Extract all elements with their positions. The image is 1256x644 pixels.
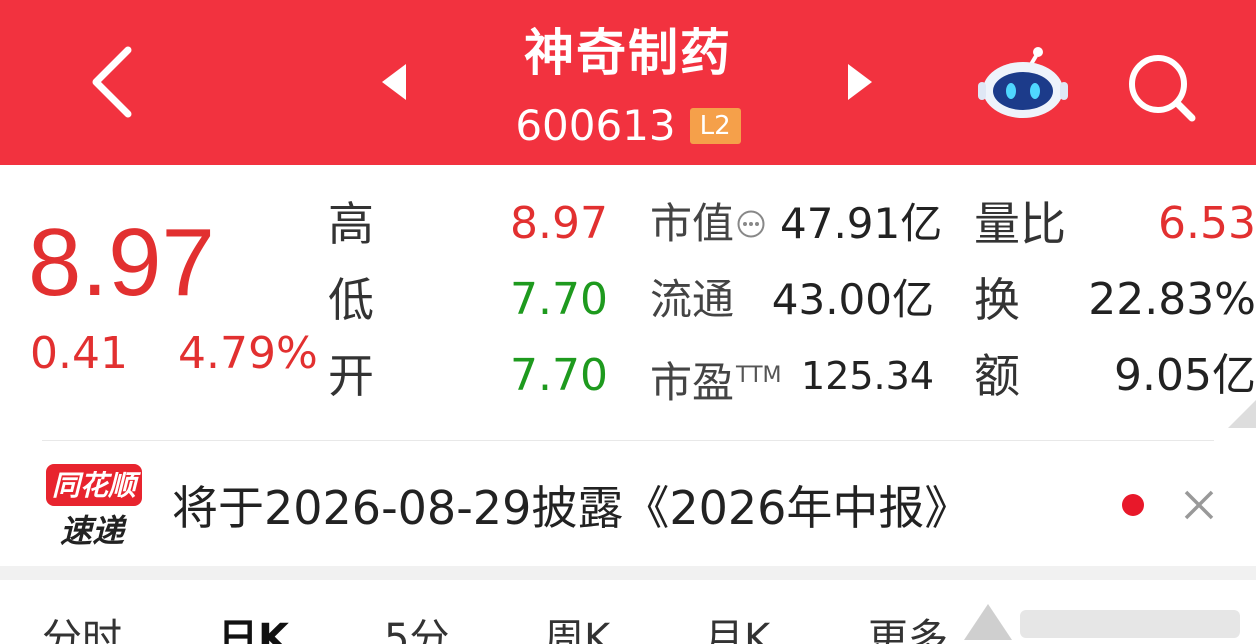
tab-more[interactable]: 更多 bbox=[868, 612, 948, 644]
tab-5min[interactable]: 5分 bbox=[384, 612, 449, 644]
watermark-graphic bbox=[964, 604, 1240, 640]
triangle-right-icon bbox=[848, 64, 872, 100]
open-value: 7.70 bbox=[510, 350, 608, 401]
search-icon bbox=[1129, 55, 1196, 122]
high-value: 8.97 bbox=[510, 198, 608, 249]
amount-label: 额 bbox=[974, 349, 1020, 403]
float-cap-value: 43.00亿 bbox=[771, 275, 934, 324]
chart-period-tabs: 分时 日K 5分 周K 月K 更多 bbox=[0, 580, 1256, 644]
volume-ratio-value: 6.53 bbox=[1158, 198, 1256, 249]
tab-weekly-k[interactable]: 周K bbox=[544, 612, 610, 644]
stock-code: 600613 bbox=[515, 101, 676, 150]
stock-name: 神奇制药 bbox=[524, 24, 732, 82]
tonghuashun-express-logo: 同花顺 速递 bbox=[46, 464, 142, 548]
logo-bottom-text: 速递 bbox=[60, 512, 127, 548]
section-separator bbox=[0, 566, 1256, 580]
close-icon bbox=[1184, 490, 1214, 520]
next-stock-button[interactable] bbox=[838, 60, 882, 104]
market-cap-label[interactable]: 市值 bbox=[650, 194, 766, 254]
pe-value: 125.34 bbox=[801, 354, 934, 398]
search-button[interactable] bbox=[1122, 48, 1202, 128]
level2-badge[interactable]: L2 bbox=[689, 108, 741, 144]
open-label: 开 bbox=[328, 349, 374, 403]
amount-value: 9.05亿 bbox=[1114, 350, 1256, 401]
stock-header: 神奇制药 600613 L2 bbox=[0, 0, 1256, 165]
price-change-row: 0.41 4.79% bbox=[30, 326, 318, 382]
triangle-left-icon bbox=[382, 64, 406, 100]
logo-top-text: 同花顺 bbox=[52, 469, 141, 502]
pe-label-text: 市盈 bbox=[650, 358, 735, 407]
price-change-percent: 4.79% bbox=[177, 328, 318, 379]
chevron-left-icon bbox=[92, 46, 132, 118]
current-price: 8.97 bbox=[28, 209, 215, 316]
high-label: 高 bbox=[328, 197, 374, 251]
close-news-button[interactable] bbox=[1180, 486, 1218, 524]
section-divider bbox=[42, 440, 1214, 441]
news-ticker-text[interactable]: 将于2026-08-29披露《2026年中报》 bbox=[172, 478, 970, 538]
volume-ratio-label: 量比 bbox=[974, 197, 1066, 251]
turnover-label: 换 bbox=[974, 273, 1020, 327]
expand-triangle-icon[interactable] bbox=[1226, 400, 1256, 428]
pe-ttm-suffix: TTM bbox=[736, 363, 782, 388]
tab-intraday[interactable]: 分时 bbox=[42, 612, 122, 644]
price-change: 0.41 bbox=[30, 328, 128, 379]
more-info-icon[interactable] bbox=[736, 209, 766, 239]
stock-code-row: 600613 L2 bbox=[428, 98, 828, 154]
market-cap-label-text: 市值 bbox=[650, 199, 735, 248]
market-cap-value: 47.91亿 bbox=[780, 199, 943, 248]
pe-label: 市盈TTM bbox=[650, 346, 782, 413]
unread-dot bbox=[1122, 494, 1144, 516]
prev-stock-button[interactable] bbox=[372, 60, 416, 104]
turnover-value: 22.83% bbox=[1088, 274, 1256, 325]
tab-monthly-k[interactable]: 月K bbox=[704, 612, 770, 644]
robot-icon bbox=[978, 47, 1068, 118]
tab-daily-k[interactable]: 日K bbox=[218, 612, 289, 644]
assistant-button[interactable] bbox=[978, 42, 1068, 122]
low-value: 7.70 bbox=[510, 274, 608, 325]
low-label: 低 bbox=[328, 273, 374, 327]
float-cap-label: 流通 bbox=[650, 275, 735, 324]
back-button[interactable] bbox=[78, 40, 148, 120]
